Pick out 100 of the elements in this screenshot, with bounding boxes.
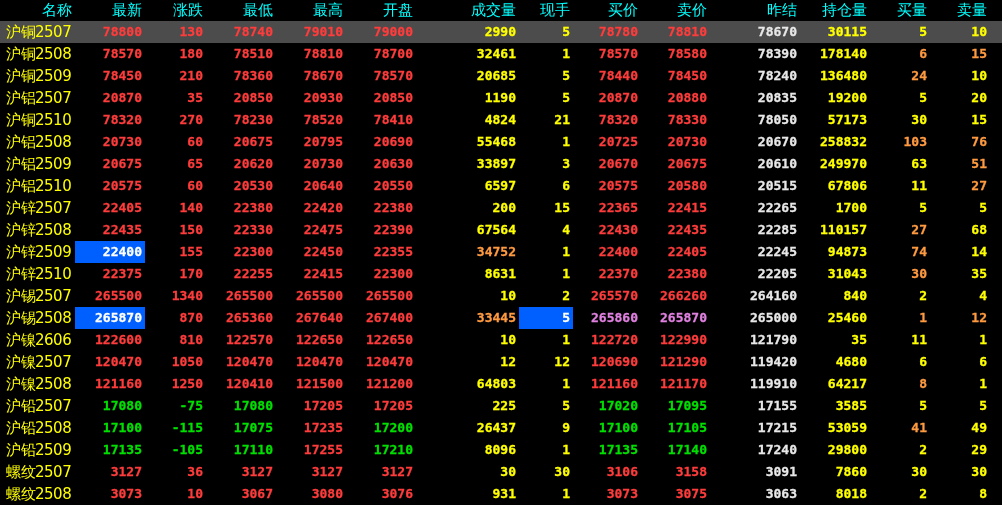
column-header[interactable]: 卖价 (641, 1, 710, 20)
table-row[interactable]: 沪铜2507 78800 130 78740 79010 79000 2990 5 78780 78810 78670 30115 5 10 (0, 21, 1002, 43)
table-cell-text: 17200 (372, 419, 414, 437)
table-cell-text: 7860 (834, 463, 868, 481)
table-cell-text: 20620 (232, 155, 274, 173)
table-cell-text: 78450 (666, 67, 708, 85)
table-cell-text: 1 (561, 331, 571, 349)
table-row[interactable]: 沪铜2510 78320 270 78230 78520 78410 4824 21 78320 78330 78050 57173 30 15 (0, 109, 1002, 131)
table-cell-text: 20850 (372, 89, 414, 107)
table-cell-text: 22245 (756, 243, 798, 261)
table-cell-text: 22330 (232, 221, 274, 239)
table-cell-text: 180 (178, 45, 204, 63)
table-row[interactable]: 沪锌2510 22375 170 22255 22415 22300 8631 1 22370 22380 22205 31043 30 35 (0, 263, 1002, 285)
table-cell-text: 1 (561, 441, 571, 459)
table-row[interactable]: 沪铅2507 17080 -75 17080 17205 17205 225 5 17020 17095 17155 3585 5 5 (0, 395, 1002, 417)
table-cell-text: 78570 (101, 45, 143, 63)
column-header[interactable]: 最低 (206, 1, 276, 20)
table-cell-text: 1 (561, 485, 571, 503)
contract-name: 沪铜2510 (5, 110, 73, 130)
table-cell-text: 6 (978, 353, 988, 371)
table-cell-text: 265500 (94, 287, 143, 305)
table-cell-text: 122990 (659, 331, 708, 349)
table-row[interactable]: 螺纹2508 3073 10 3067 3080 3076 931 1 3073 3075 3063 8018 2 8 (0, 483, 1002, 505)
table-row[interactable]: 沪铝2509 20675 65 20620 20730 20630 33897 3 20670 20675 20610 249970 63 51 (0, 153, 1002, 175)
table-cell-text: 64803 (475, 375, 517, 393)
column-header[interactable]: 最高 (276, 1, 346, 20)
column-header[interactable]: 现手 (519, 1, 573, 20)
column-header[interactable]: 成交量 (416, 1, 519, 20)
table-row[interactable]: 沪铅2509 17135 -105 17110 17255 17210 8096 1 17135 17140 17240 29800 2 29 (0, 439, 1002, 461)
table-cell-text: 1250 (170, 375, 204, 393)
table-cell-text: 22415 (302, 265, 344, 283)
table-cell-text: 78360 (232, 67, 274, 85)
table-cell-text: 121160 (94, 375, 143, 393)
table-cell-text: 20690 (372, 133, 414, 151)
table-cell-text: 17100 (101, 419, 143, 437)
table-cell-text: 2 (918, 485, 928, 503)
table-row[interactable]: 沪镍2508 121160 1250 120410 121500 121200 64803 1 121160 121170 119910 64217 8 1 (0, 373, 1002, 395)
table-row[interactable]: 沪铝2510 20575 60 20530 20640 20550 6597 6 20575 20580 20515 67806 11 27 (0, 175, 1002, 197)
table-cell-text: 26437 (475, 419, 517, 437)
table-cell-text: 78230 (232, 111, 274, 129)
table-cell-text: -115 (170, 419, 204, 437)
table-cell-text: 3080 (310, 485, 344, 503)
table-cell-text: 22435 (666, 221, 708, 239)
table-row[interactable]: 沪锌2507 22405 140 22380 22420 22380 200 15 22365 22415 22265 1700 5 5 (0, 197, 1002, 219)
table-cell-text: 5 (918, 89, 928, 107)
table-cell-text: 20675 (232, 133, 274, 151)
table-cell-text: 122650 (365, 331, 414, 349)
table-row[interactable]: 沪铜2508 78570 180 78510 78810 78700 32461 1 78570 78580 78390 178140 6 15 (0, 43, 1002, 65)
table-cell-text: 67564 (475, 221, 517, 239)
table-row[interactable]: 沪锡2507 265500 1340 265500 265500 265500 10 2 265570 266260 264160 840 2 4 (0, 285, 1002, 307)
table-cell-text: 78410 (372, 111, 414, 129)
contract-name: 沪铝2509 (5, 154, 73, 174)
contract-name: 沪铝2508 (5, 132, 73, 152)
column-header[interactable]: 买量 (870, 1, 930, 20)
table-cell-text: 5 (561, 397, 571, 415)
table-cell-text: 20795 (302, 133, 344, 151)
table-row[interactable]: 沪锌2509 22400 155 22300 22450 22355 34752 1 22400 22405 22245 94873 74 14 (0, 241, 1002, 263)
table-row[interactable]: 沪镍2507 120470 1050 120470 120470 120470 12 12 120690 121290 119420 4680 6 6 (0, 351, 1002, 373)
table-row[interactable]: 沪镍2606 122600 810 122570 122650 122650 10 1 122720 122990 121790 35 11 1 (0, 329, 1002, 351)
table-cell-text: 6 (561, 177, 571, 195)
contract-name: 沪锌2508 (5, 220, 73, 240)
table-cell-text: 3076 (380, 485, 414, 503)
table-cell-text: 119420 (749, 353, 798, 371)
table-cell-text: 17205 (372, 397, 414, 415)
table-cell-text: 49 (970, 419, 988, 437)
table-cell-text: 22285 (756, 221, 798, 239)
table-cell-text: 78700 (372, 45, 414, 63)
column-header[interactable]: 持仓量 (800, 1, 870, 20)
table-cell-text: 8096 (483, 441, 517, 459)
table-cell-text: 79000 (372, 23, 414, 41)
table-row[interactable]: 沪锡2508 265870 870 265360 267640 267400 33445 5 265860 265870 265000 25460 1 12 (0, 307, 1002, 329)
table-cell-text: 78390 (756, 45, 798, 63)
table-cell-text: 1 (561, 243, 571, 261)
table-row[interactable]: 沪铅2508 17100 -115 17075 17235 17200 26437 9 17100 17105 17215 53059 41 49 (0, 417, 1002, 439)
table-cell-text: 15 (970, 111, 988, 129)
table-row[interactable]: 沪锌2508 22435 150 22330 22475 22390 67564 4 22430 22435 22285 110157 27 68 (0, 219, 1002, 241)
column-header[interactable]: 卖量 (930, 1, 990, 20)
table-cell-text: 57173 (826, 111, 868, 129)
table-row[interactable]: 沪铝2508 20730 60 20675 20795 20690 55468 1 20725 20730 20670 258832 103 76 (0, 131, 1002, 153)
column-header[interactable]: 买价 (573, 1, 641, 20)
column-header[interactable]: 昨结 (710, 1, 800, 20)
contract-name: 沪镍2507 (5, 352, 73, 372)
column-header[interactable]: 名称 (0, 1, 75, 20)
column-header[interactable]: 开盘 (346, 1, 416, 20)
table-row[interactable]: 沪铜2509 78450 210 78360 78670 78570 20685 5 78440 78450 78240 136480 24 10 (0, 65, 1002, 87)
table-cell-text: 120410 (225, 375, 274, 393)
table-row[interactable]: 螺纹2507 3127 36 3127 3127 3127 30 30 3106 3158 3091 7860 30 30 (0, 461, 1002, 483)
column-header[interactable]: 涨跌 (145, 1, 206, 20)
table-cell-text: 22300 (232, 243, 274, 261)
table-cell-text: 8 (918, 375, 928, 393)
table-row[interactable]: 沪铝2507 20870 35 20850 20930 20850 1190 5 20870 20880 20835 19200 5 20 (0, 87, 1002, 109)
table-cell-text: 5 (561, 23, 571, 41)
table-cell-text: 3106 (605, 463, 639, 481)
column-header[interactable]: 最新 (75, 1, 145, 20)
table-cell-text: 8 (978, 485, 988, 503)
table-cell-text: 249970 (819, 155, 868, 173)
table-cell-text: 10 (499, 331, 517, 349)
table-cell-text: 78570 (372, 67, 414, 85)
table-cell-text: 17210 (372, 441, 414, 459)
table-cell-text: 225 (491, 397, 517, 415)
